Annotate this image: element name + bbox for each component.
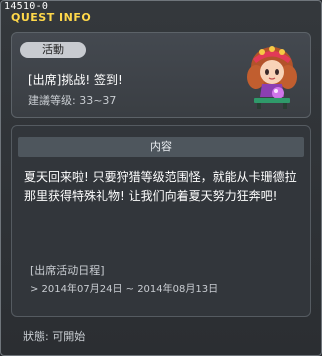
- window-title: QUEST INFO: [11, 11, 92, 24]
- quest-content-panel: 内容 夏天回来啦! 只要狩猎等级范围怪，就能从卡珊德拉那里获得特殊礼物! 让我们…: [11, 125, 311, 317]
- quest-status: 狀態: 可開始: [23, 330, 86, 343]
- schedule-title: [出席活动日程]: [30, 264, 105, 277]
- quest-info-window: 14510-0 QUEST INFO 活動 [出席]挑战! 签到! 建議等级: …: [0, 0, 322, 356]
- quest-header-panel: 活動 [出席]挑战! 签到! 建議等级: 33~37: [11, 32, 311, 118]
- schedule-date-range: > 2014年07月24日 ~ 2014年08月13日: [30, 284, 219, 295]
- content-section-header: 内容: [18, 137, 304, 157]
- npc-portrait-icon: [242, 43, 302, 109]
- quest-type-badge: 活動: [20, 42, 86, 58]
- quest-description: 夏天回来啦! 只要狩猎等级范围怪，就能从卡珊德拉那里获得特殊礼物! 让我们向着夏…: [24, 170, 297, 203]
- quest-name: [出席]挑战! 签到!: [28, 73, 123, 87]
- quest-recommended-level: 建議等级: 33~37: [28, 94, 117, 107]
